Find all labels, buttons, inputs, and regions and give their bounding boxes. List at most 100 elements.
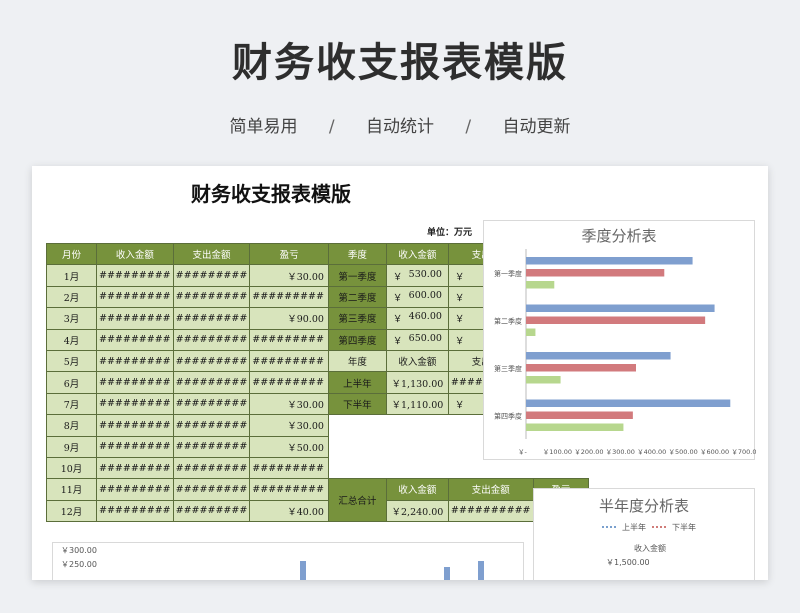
profit-cell: ######### (249, 328, 329, 351)
x-tick-label: ￥300.00 (606, 448, 635, 456)
income-cell: ######### (96, 392, 174, 416)
quarter-bar (526, 352, 671, 360)
quarter-bar (526, 399, 731, 407)
income-cell: ######### (96, 328, 174, 351)
month-cell: 11月 (46, 478, 97, 501)
expense-cell: ######### (172, 435, 251, 458)
blank-cell (328, 457, 387, 479)
income-cell: ######### (96, 478, 174, 501)
expense-cell: ######### (172, 328, 251, 351)
monthly-header: 月份 (46, 242, 97, 266)
year-label: 下半年 (327, 392, 387, 416)
quarter-income: ￥ 600.00 (385, 285, 449, 309)
month-cell: 7月 (46, 392, 97, 416)
profit-cell: ######### (249, 478, 329, 501)
x-tick-label: ￥200.00 (574, 448, 603, 456)
quarter-bar (526, 411, 633, 419)
blank-cell (328, 414, 387, 437)
category-label: 第一季度 (494, 269, 522, 278)
expense-cell: ######### (172, 349, 251, 373)
x-tick-label: ￥700.00 (731, 448, 756, 456)
halfyear-ytick: ￥1,500.00 (606, 558, 650, 567)
yearly-header: 年度 (327, 349, 387, 373)
month-cell: 9月 (46, 435, 97, 458)
quarter-income: ￥ 530.00 (385, 264, 449, 287)
profit-cell: ￥30.00 (249, 264, 329, 287)
month-cell: 10月 (46, 456, 97, 480)
expense-cell: ######### (172, 392, 251, 416)
quarter-label: 第三季度 (327, 307, 387, 330)
total-label: 汇总合计 (327, 478, 387, 523)
x-tick-label: ￥500.00 (669, 448, 698, 456)
monthly-bar (300, 561, 306, 580)
quarter-bar (526, 423, 624, 431)
monthly-bar (478, 561, 484, 580)
category-label: 第三季度 (494, 364, 522, 373)
expense-cell: ######### (172, 456, 251, 480)
income-cell: ######### (96, 264, 174, 287)
profit-cell: ######### (249, 349, 329, 373)
quarter-bar (526, 376, 561, 384)
x-tick-label: ￥100.00 (543, 448, 572, 456)
quarterly-chart-svg: 第一季度第二季度第三季度第四季度￥- ￥100.00 ￥200.00 ￥300.00 ￥… (494, 249, 756, 456)
amount: 600.00 (408, 289, 442, 301)
expense-cell: ######### (172, 264, 251, 287)
profit-cell: ￥90.00 (249, 307, 329, 330)
separator: / (328, 117, 335, 137)
blank-cell (386, 414, 449, 437)
feature-easy: 简单易用 (229, 117, 298, 137)
currency-symbol: ￥ (454, 399, 465, 411)
monthly-header: 盈亏 (249, 242, 329, 266)
quarterly-header: 收入金额 (385, 242, 449, 266)
expense-cell: ######### (172, 307, 251, 330)
total-income: ￥2,240.00 (385, 499, 449, 523)
quarter-label: 第四季度 (327, 328, 387, 351)
income-cell: ######### (96, 307, 174, 330)
total-expense: ########## (447, 499, 534, 523)
profit-cell: ######### (249, 285, 329, 309)
legend-h1: 上半年 (622, 522, 646, 532)
separator: / (465, 117, 472, 137)
halfyear-legend: 上半年 下半年 收入金额 ￥1,500.00 (602, 522, 696, 567)
yearly-header: 收入金额 (385, 349, 449, 373)
expense-cell: ######### (172, 414, 251, 437)
unit-label: 单位：万元 (427, 228, 473, 238)
month-cell: 6月 (46, 371, 97, 394)
amount: 650.00 (408, 332, 442, 344)
profit-cell: ￥50.00 (249, 435, 329, 458)
quarter-bar (526, 364, 636, 372)
table-row: 12月 ######### ######### ￥40.00 ￥2,240.00 ####… (46, 499, 590, 523)
quarter-bar (526, 304, 715, 312)
quarter-label: 第一季度 (327, 264, 387, 287)
month-cell: 4月 (46, 328, 97, 351)
month-cell: 3月 (46, 307, 97, 330)
legend-h2: 下半年 (672, 522, 696, 532)
income-cell: ######### (96, 435, 174, 458)
expense-cell: ######### (172, 499, 251, 523)
currency-symbol: ￥ (392, 271, 403, 283)
profit-cell: ￥40.00 (249, 499, 329, 523)
year-income: ￥1,130.00 (385, 371, 449, 394)
year-label: 上半年 (327, 371, 387, 394)
spreadsheet-preview: 财务收支报表模版 单位：万元 月份收入金额支出金额盈亏季度收入金额支出金额盈亏1… (32, 166, 768, 580)
month-cell: 5月 (46, 349, 97, 373)
income-cell: ######### (96, 456, 174, 480)
monthly-chart-svg: ￥300.00 ￥250.00 (61, 546, 484, 580)
income-cell: ######### (96, 499, 174, 523)
currency-symbol: ￥ (392, 314, 403, 326)
annotation-income: 收入金额 (634, 543, 666, 553)
monthly-header: 收入金额 (96, 242, 174, 266)
profit-cell: ######### (249, 456, 329, 480)
month-cell: 1月 (46, 264, 97, 287)
profit-cell: ######### (249, 371, 329, 394)
month-cell: 8月 (46, 414, 97, 437)
category-label: 第四季度 (494, 411, 522, 420)
x-tick-label: ￥600.00 (700, 448, 729, 456)
sheet-title: 财务收支报表模版 (191, 182, 351, 206)
category-label: 第二季度 (494, 316, 522, 325)
quarter-income: ￥ 650.00 (385, 328, 449, 351)
expense-cell: ######### (172, 371, 251, 394)
blank-cell (386, 436, 449, 458)
income-cell: ######### (96, 349, 174, 373)
profit-cell: ￥30.00 (249, 414, 329, 437)
